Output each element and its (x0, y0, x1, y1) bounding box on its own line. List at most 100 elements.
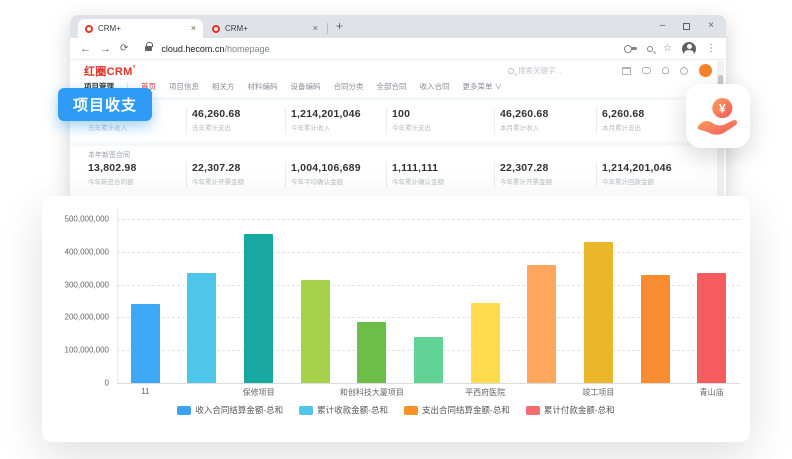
minimize-button[interactable]: – (660, 21, 666, 31)
bar-7[interactable] (527, 265, 556, 383)
crm-search-placeholder: 搜索关键字... (518, 65, 562, 76)
key-icon[interactable] (628, 47, 637, 50)
stat-item: 1,214,201,046今年累计回款金额 (602, 162, 672, 186)
stat-label: 今年平均确认金额 (291, 176, 361, 186)
legend-item-0[interactable]: 收入合同结算金额-总和 (177, 404, 283, 416)
legend-label: 累计收款金额-总和 (317, 404, 388, 416)
stat-divider (386, 108, 387, 134)
bar-3[interactable] (301, 280, 330, 383)
stat-value: 13,802.98 (88, 162, 137, 174)
bar-5[interactable] (414, 337, 443, 383)
crm-header-icons (622, 64, 712, 77)
crm-search-box[interactable]: 搜索关键字... (508, 65, 562, 76)
stat-item: 6,260.68 本月累计支出 (602, 108, 644, 132)
tab-close-icon[interactable]: × (191, 24, 196, 33)
gridline (117, 219, 740, 220)
crm-nav-bar: 项目管理首页项目信息相关方材料编码设备编码合同分类全部合同收入合同更多菜单 ∨ (70, 79, 726, 94)
stat-value: 46,260.68 (500, 108, 549, 120)
legend-swatch-icon (177, 406, 191, 415)
nav-item-6[interactable]: 合同分类 (334, 81, 364, 92)
close-button[interactable]: × (708, 21, 714, 31)
stat-label: 本月累计收入 (500, 122, 549, 132)
bar-4[interactable] (357, 322, 386, 383)
browser-tab-2[interactable]: CRM+ × (205, 19, 325, 38)
x-axis-category-label: 青山庙 (700, 387, 724, 398)
new-tab-button[interactable]: + (336, 19, 343, 33)
bell-icon[interactable] (662, 67, 669, 74)
bar-1[interactable] (187, 273, 216, 383)
user-avatar[interactable] (699, 64, 712, 77)
stat-label: 本月累计支出 (602, 122, 644, 132)
tab-close-icon[interactable]: × (313, 24, 318, 33)
tab-separator (327, 23, 328, 34)
stat-item: 100今年累计支出 (392, 108, 431, 132)
url-text[interactable]: cloud.hecom.cn/homepage (161, 44, 269, 54)
bar-9[interactable] (641, 275, 670, 383)
stat-divider (186, 162, 187, 188)
stat-value: 1,004,106,689 (291, 162, 361, 174)
forward-icon[interactable]: → (100, 43, 111, 55)
stat-label: 今年累计确认金额 (392, 176, 444, 186)
hand-coin-icon: ¥ (695, 93, 741, 139)
stat-label: 今年累计开票金额 (192, 176, 244, 186)
bar-10[interactable] (697, 273, 726, 383)
nav-item-2[interactable]: 项目信息 (169, 81, 199, 92)
stat-divider (386, 162, 387, 188)
bookmark-star-icon[interactable]: ☆ (663, 44, 672, 54)
browser-menu-icon[interactable]: ⋮ (706, 44, 716, 54)
stat-item: 22,307.28 今年累计开票金额 (192, 162, 244, 186)
screenshot-canvas: CRM+ × CRM+ × + – × ← → ⟳ cloud.hecom.cn… (0, 0, 792, 459)
maximize-button[interactable] (683, 23, 690, 30)
stat-label: 去年累计支出 (192, 122, 241, 132)
message-icon[interactable] (642, 67, 651, 74)
legend-item-1[interactable]: 累计收款金额-总和 (299, 404, 388, 416)
bar-2[interactable] (244, 234, 273, 383)
stat-value: 6,260.68 (602, 108, 644, 120)
nav-item-7[interactable]: 全部合同 (377, 81, 407, 92)
x-axis-category-label: 和创科技大厦项目 (340, 387, 404, 398)
browser-profile-avatar[interactable] (682, 42, 696, 56)
stat-item: 46,260.68 去年累计支出 (192, 108, 241, 132)
search-icon[interactable] (647, 46, 653, 52)
nav-item-9[interactable]: 更多菜单 ∨ (463, 81, 503, 92)
stat-label: 今年累计支出 (392, 122, 431, 132)
stat-value: 46,260.68 (192, 108, 241, 120)
y-axis-tick-label: 500,000,000 (47, 215, 109, 224)
income-expense-icon-card: ¥ (686, 84, 750, 148)
legend-label: 累计付款金额-总和 (544, 404, 615, 416)
bar-0[interactable] (131, 304, 160, 383)
browser-window: CRM+ × CRM+ × + – × ← → ⟳ cloud.hecom.cn… (70, 15, 726, 197)
address-bar: ← → ⟳ cloud.hecom.cn/homepage ☆ ⋮ (70, 38, 726, 60)
back-icon[interactable]: ← (80, 43, 91, 55)
stat-item: 46,260.68 本月累计收入 (500, 108, 549, 132)
x-axis-category-label: 平西府医院 (465, 387, 505, 398)
yuan-symbol: ¥ (719, 101, 726, 115)
nav-item-5[interactable]: 设备编码 (291, 81, 321, 92)
reload-icon[interactable]: ⟳ (120, 43, 128, 54)
stat-value: 1,111,111 (392, 162, 444, 174)
crm-favicon-icon (212, 25, 220, 33)
stat-value: 22,307.28 (192, 162, 244, 174)
stats-section-header: 本年新签合同 (88, 150, 130, 160)
gridline (117, 252, 740, 253)
stat-label: 今年新签合同额 (88, 176, 137, 186)
gear-icon[interactable] (680, 67, 688, 75)
legend-item-2[interactable]: 支出合同结算金额-总和 (404, 404, 510, 416)
bar-8[interactable] (584, 242, 613, 383)
stat-item: 22,307.28今年累计开票金额 (500, 162, 552, 186)
legend-item-3[interactable]: 累计付款金额-总和 (526, 404, 615, 416)
x-axis-category-label: 竣工项目 (582, 387, 614, 398)
stat-divider (494, 108, 495, 134)
nav-item-8[interactable]: 收入合同 (420, 81, 450, 92)
bar-6[interactable] (471, 303, 500, 383)
stat-divider (186, 108, 187, 134)
stat-item: 13,802.98 今年新签合同额 (88, 162, 137, 186)
y-axis-tick-label: 0 (47, 379, 109, 388)
calendar-icon[interactable] (622, 67, 631, 75)
stat-value: 1,214,201,046 (291, 108, 361, 120)
nav-item-3[interactable]: 相关方 (212, 81, 235, 92)
lock-icon[interactable] (145, 46, 152, 51)
browser-tab-1[interactable]: CRM+ × (78, 19, 203, 38)
crm-logo-sup: ° (133, 65, 136, 72)
nav-item-4[interactable]: 材料编码 (248, 81, 278, 92)
